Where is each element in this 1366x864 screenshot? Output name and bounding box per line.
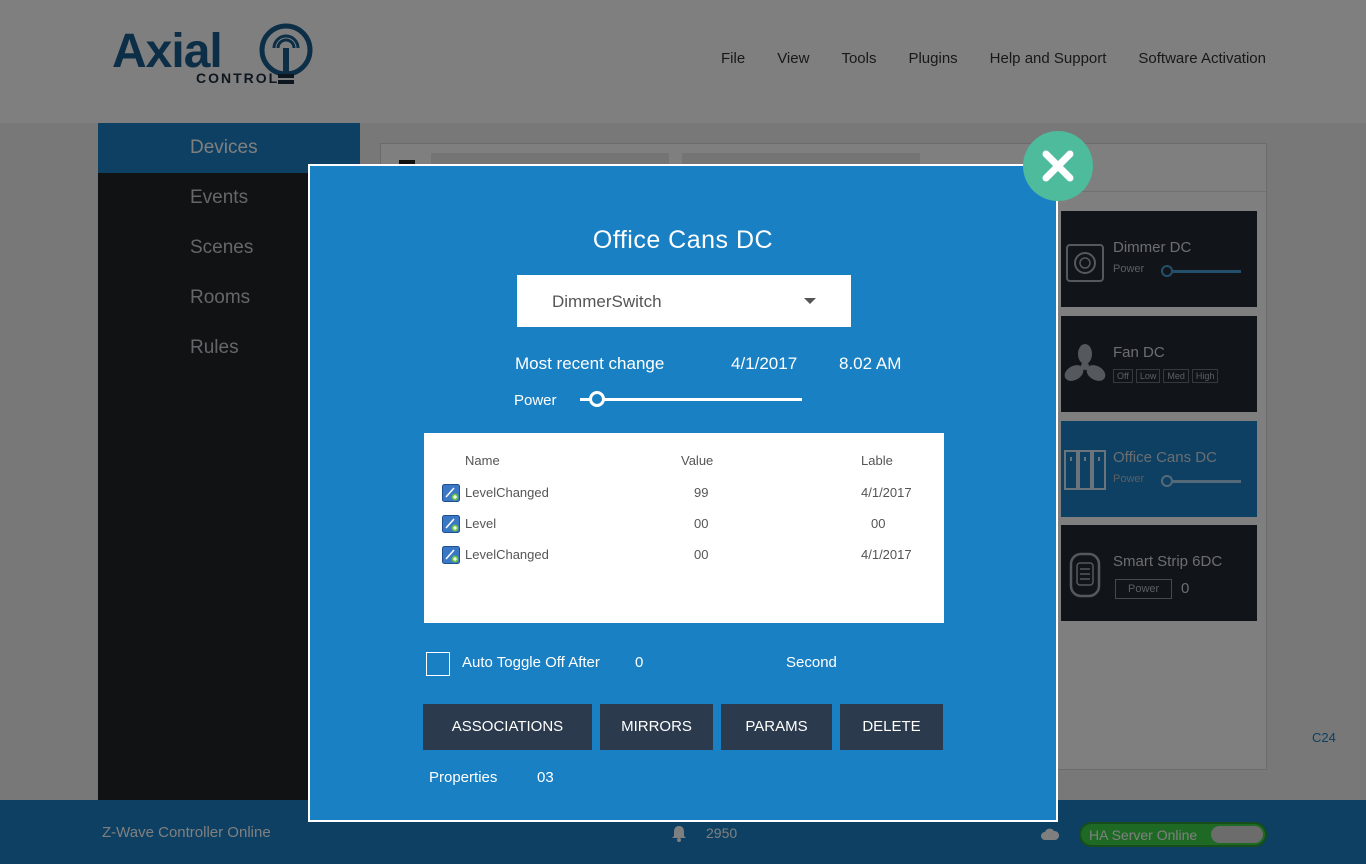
cell-name: Level [465,516,497,531]
device-detail-modal: Office Cans DC DimmerSwitch Most recent … [308,164,1058,822]
device-type-value: DimmerSwitch [552,292,662,311]
recent-change-date: 4/1/2017 [731,354,798,373]
edit-add-icon[interactable] [442,484,460,502]
cell-value: 99 [694,485,709,500]
cell-name: LevelChanged [465,547,549,562]
cell-value: 00 [694,516,709,531]
table-row[interactable]: LevelChanged 99 4/1/2017 [424,484,944,510]
delete-button[interactable]: DELETE [840,704,943,750]
cell-name: LevelChanged [465,485,549,500]
cell-label: 00 [871,516,886,531]
auto-toggle-value[interactable]: 0 [635,654,643,671]
recent-change-label: Most recent change [515,354,665,373]
cell-value: 00 [694,547,709,562]
auto-toggle-label: Auto Toggle Off After [462,654,600,671]
modal-title: Office Cans DC [592,226,774,254]
column-header-name: Name [465,453,500,468]
table-row[interactable]: Level 00 00 [424,515,944,541]
auto-toggle-checkbox[interactable] [426,652,450,676]
close-icon [1042,150,1074,182]
column-header-label: Lable [861,453,893,468]
cell-label: 4/1/2017 [861,485,912,500]
power-slider-knob[interactable] [588,391,605,407]
properties-label: Properties [429,769,498,786]
events-table: Name Value Lable LevelChanged 99 4/1/201… [424,433,944,623]
mirrors-button[interactable]: MIRRORS [600,704,713,750]
close-button[interactable] [1023,131,1093,201]
table-row[interactable]: LevelChanged 00 4/1/2017 [424,546,944,572]
power-label: Power [514,392,557,409]
properties-value: 03 [537,769,554,786]
recent-change-time: 8.02 AM [839,354,902,373]
device-type-select[interactable]: DimmerSwitch [517,275,851,327]
edit-add-icon[interactable] [442,546,460,564]
params-button[interactable]: PARAMS [721,704,832,750]
associations-button[interactable]: ASSOCIATIONS [423,704,592,750]
edit-add-icon[interactable] [442,515,460,533]
power-slider-track[interactable] [580,398,802,401]
cell-label: 4/1/2017 [861,547,912,562]
column-header-value: Value [681,453,714,468]
chevron-down-icon [804,298,816,304]
auto-toggle-unit: Second [786,654,837,671]
